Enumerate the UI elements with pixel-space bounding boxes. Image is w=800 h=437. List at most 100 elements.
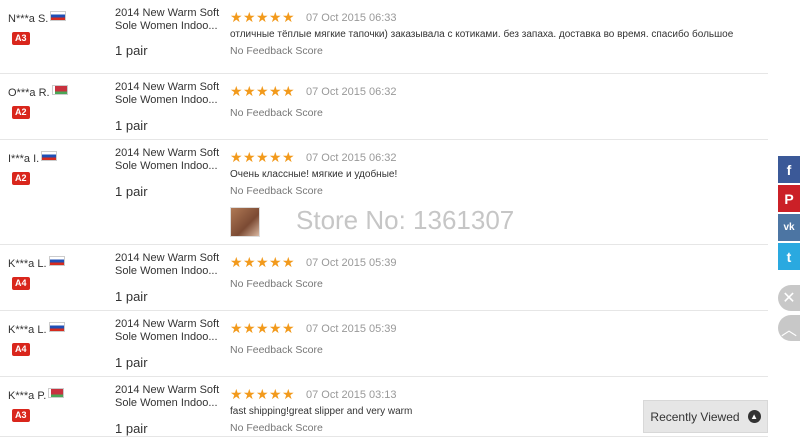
feedback-date: 07 Oct 2015 05:39 (306, 257, 397, 269)
star-icon: ★ (256, 9, 269, 25)
product-link[interactable]: 2014 New Warm Soft Sole Women Indoo... (115, 81, 227, 107)
buyer-name: K***a P. (8, 388, 65, 402)
product-link[interactable]: 2014 New Warm Soft Sole Women Indoo... (115, 318, 227, 344)
buyer-name: I***a I. (8, 151, 58, 165)
star-icon: ★ (230, 320, 243, 336)
buyer-level-badge: A3 (12, 409, 30, 422)
pinterest-icon: P (784, 190, 794, 207)
country-flag-icon (48, 388, 65, 398)
star-icon: ★ (282, 254, 295, 270)
store-watermark: Store No: 1361307 (296, 205, 515, 235)
rating-stars: ★ ★ ★ ★ ★ (230, 9, 295, 25)
star-icon: ★ (256, 149, 269, 165)
star-icon: ★ (282, 149, 295, 165)
feedback-score: No Feedback Score (230, 185, 323, 197)
vk-icon: vk (783, 222, 795, 233)
buyer-level-badge: A2 (12, 106, 30, 119)
feedback-row: N***a S. A3 2014 New Warm Soft Sole Wome… (0, 0, 768, 74)
twitter-icon: t (786, 248, 792, 265)
quantity: 1 pair (115, 118, 148, 133)
star-icon: ★ (282, 83, 295, 99)
buyer-level-badge: A2 (12, 172, 30, 185)
country-flag-icon (48, 322, 65, 332)
pinterest-share-button[interactable]: P (778, 185, 800, 212)
star-icon: ★ (243, 386, 256, 402)
vk-share-button[interactable]: vk (778, 214, 800, 241)
star-icon: ★ (269, 320, 282, 336)
feedback-date: 07 Oct 2015 06:32 (306, 86, 397, 98)
recently-viewed-button[interactable]: Recently Viewed ▲ (643, 400, 768, 433)
product-link[interactable]: 2014 New Warm Soft Sole Women Indoo... (115, 147, 227, 173)
star-icon: ★ (256, 386, 269, 402)
star-icon: ★ (282, 386, 295, 402)
star-icon: ★ (269, 83, 282, 99)
country-flag-icon (48, 256, 65, 266)
country-flag-icon (50, 11, 67, 21)
rating-stars: ★ ★ ★ ★ ★ (230, 254, 295, 270)
buyer-name: K***a L. (8, 256, 65, 270)
facebook-icon: f (786, 161, 792, 178)
feedback-row: O***a R. A2 2014 New Warm Soft Sole Wome… (0, 74, 768, 140)
star-icon: ★ (269, 254, 282, 270)
feedback-score: No Feedback Score (230, 107, 323, 119)
star-icon: ★ (243, 9, 256, 25)
buyer-name: K***a L. (8, 322, 65, 336)
chevron-up-icon: ︿ (780, 322, 797, 339)
star-icon: ★ (256, 254, 269, 270)
feedback-row: K***a L. A4 2014 New Warm Soft Sole Wome… (0, 245, 768, 311)
star-icon: ★ (243, 254, 256, 270)
rating-stars: ★ ★ ★ ★ ★ (230, 149, 295, 165)
buyer-name: N***a S. (8, 11, 67, 25)
facebook-share-button[interactable]: f (778, 156, 800, 183)
quantity: 1 pair (115, 184, 148, 199)
close-share-button[interactable]: ✕ (778, 285, 800, 311)
star-icon: ★ (256, 83, 269, 99)
product-link[interactable]: 2014 New Warm Soft Sole Women Indoo... (115, 7, 227, 33)
buyer-level-badge: A4 (12, 343, 30, 356)
chevron-up-icon: ▲ (747, 410, 761, 423)
feedback-score: No Feedback Score (230, 278, 323, 290)
rating-stars: ★ ★ ★ ★ ★ (230, 320, 295, 336)
quantity: 1 pair (115, 355, 148, 370)
feedback-comment: Очень классные! мягкие и удобные! (230, 169, 398, 180)
quantity: 1 pair (115, 421, 148, 436)
star-icon: ★ (269, 149, 282, 165)
product-link[interactable]: 2014 New Warm Soft Sole Women Indoo... (115, 384, 227, 410)
quantity: 1 pair (115, 289, 148, 304)
back-to-top-button[interactable]: ︿ (778, 315, 800, 341)
review-photo-thumbnail[interactable] (230, 207, 260, 237)
close-icon: ✕ (782, 290, 796, 307)
star-icon: ★ (230, 386, 243, 402)
feedback-score: No Feedback Score (230, 45, 323, 57)
country-flag-icon (41, 151, 58, 161)
buyer-level-badge: A4 (12, 277, 30, 290)
feedback-score: No Feedback Score (230, 422, 323, 434)
star-icon: ★ (269, 9, 282, 25)
rating-stars: ★ ★ ★ ★ ★ (230, 386, 295, 402)
feedback-date: 07 Oct 2015 03:13 (306, 389, 397, 401)
star-icon: ★ (230, 9, 243, 25)
star-icon: ★ (230, 83, 243, 99)
rating-stars: ★ ★ ★ ★ ★ (230, 83, 295, 99)
feedback-date: 07 Oct 2015 06:33 (306, 12, 397, 24)
product-link[interactable]: 2014 New Warm Soft Sole Women Indoo... (115, 252, 227, 278)
star-icon: ★ (282, 320, 295, 336)
buyer-level-badge: A3 (12, 32, 30, 45)
feedback-date: 07 Oct 2015 05:39 (306, 323, 397, 335)
star-icon: ★ (243, 149, 256, 165)
star-icon: ★ (243, 83, 256, 99)
star-icon: ★ (269, 386, 282, 402)
star-icon: ★ (282, 9, 295, 25)
star-icon: ★ (230, 254, 243, 270)
feedback-score: No Feedback Score (230, 344, 323, 356)
star-icon: ★ (243, 320, 256, 336)
recently-viewed-label: Recently Viewed (650, 409, 740, 424)
twitter-share-button[interactable]: t (778, 243, 800, 270)
feedback-comment: отличные тёплые мягкие тапочки) заказыва… (230, 29, 734, 40)
star-icon: ★ (256, 320, 269, 336)
buyer-name: O***a R. (8, 85, 68, 99)
feedback-row: K***a L. A4 2014 New Warm Soft Sole Wome… (0, 311, 768, 377)
feedback-date: 07 Oct 2015 06:32 (306, 152, 397, 164)
star-icon: ★ (230, 149, 243, 165)
country-flag-icon (51, 85, 68, 95)
